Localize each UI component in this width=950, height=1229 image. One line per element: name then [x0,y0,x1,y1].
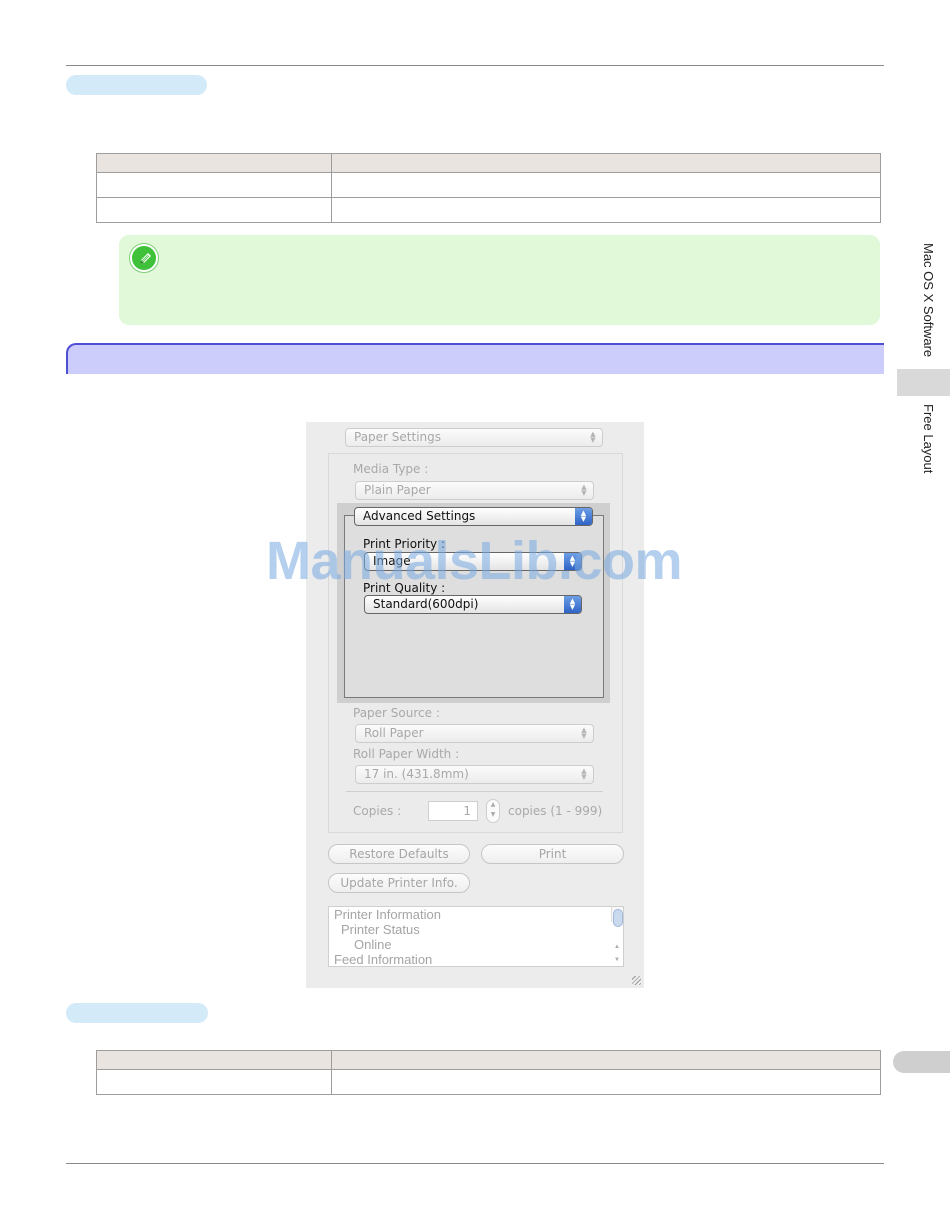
roll-paper-width-value: 17 in. (431.8mm) [364,767,469,781]
paper-source-label: Paper Source : [353,706,440,720]
advanced-settings-popup-label: Advanced Settings [363,509,476,523]
side-index-section: Free Layout [921,404,936,474]
printer-dialog-screenshot: Paper Settings ▲ ▼ Media Type : Plain Pap… [306,422,644,988]
popup-arrows-icon: ▲ ▼ [575,508,592,525]
table-cell [96,172,332,198]
settings-table [96,1050,881,1095]
paper-source-value: Roll Paper [364,726,424,740]
subsection-heading-pill [66,1003,208,1023]
table-header-cell [331,153,881,173]
table-cell [331,172,881,198]
watermark: ManualsLib.com [266,531,683,591]
copies-stepper[interactable]: ▲ ▼ [486,799,500,823]
paper-settings-popup-label: Paper Settings [354,430,442,444]
paper-source-popup[interactable]: Roll Paper ▲ ▼ [355,724,594,743]
side-index-tab [897,369,950,396]
roll-paper-width-label: Roll Paper Width : [353,747,460,761]
print-quality-value: Standard(600dpi) [373,597,479,611]
list-item[interactable]: Printer Information [329,907,623,922]
list-item[interactable]: Printer Status [329,922,623,937]
subsection-heading-pill [66,75,207,95]
table-header-cell [96,1050,332,1070]
copies-range-label: copies (1 - 999) [508,804,603,818]
table-header-row [96,153,881,173]
printer-info-list[interactable]: Printer Information Printer Status Onlin… [328,906,624,967]
table-row [96,197,881,223]
advanced-settings-popup[interactable]: Advanced Settings ▲ ▼ [354,507,593,526]
copies-label: Copies : [353,804,402,818]
table-cell [331,197,881,223]
popup-arrows-icon: ▲ ▼ [581,483,587,497]
settings-table [96,153,881,223]
group-divider [346,791,603,792]
note-pencil-icon [130,244,158,272]
resize-grip-icon[interactable] [632,976,641,985]
update-printer-info-button[interactable]: Update Printer Info. [328,873,470,893]
media-type-value: Plain Paper [364,483,431,497]
side-index-chapter: Mac OS X Software [921,243,936,358]
paper-settings-popup[interactable]: Paper Settings ▲ ▼ [345,428,603,447]
scrollbar-thumb[interactable] [613,909,623,927]
scroll-down-arrow-icon[interactable]: ▼ [614,953,620,966]
restore-defaults-button[interactable]: Restore Defaults [328,844,470,864]
header-rule [66,65,884,66]
list-item[interactable]: Online [329,937,623,952]
table-cell [331,1069,881,1095]
popup-arrows-icon: ▲ ▼ [581,726,587,740]
copies-input[interactable]: 1 [428,801,478,821]
settings-group-box: Media Type : Plain Paper ▲ ▼ Print Priori… [328,453,623,833]
footer-rule [66,1163,884,1164]
media-type-popup[interactable]: Plain Paper ▲ ▼ [355,481,594,500]
roll-paper-width-popup[interactable]: 17 in. (431.8mm) ▲ ▼ [355,765,594,784]
print-quality-popup[interactable]: Standard(600dpi) ▲ ▼ [364,595,582,614]
note-box [119,235,880,325]
list-scrollbar[interactable]: ▲ ▼ [611,907,623,963]
popup-arrows-icon: ▲ ▼ [581,767,587,781]
list-item[interactable]: Feed Information [329,952,623,966]
print-button[interactable]: Print [481,844,624,864]
page-number-tab [893,1051,950,1073]
table-header-cell [331,1050,881,1070]
table-row [96,1069,881,1095]
popup-arrows-icon: ▲ ▼ [590,430,596,444]
table-cell [96,1069,332,1095]
table-header-cell [96,153,332,173]
table-row [96,172,881,198]
popup-arrows-icon: ▲ ▼ [564,596,581,613]
media-type-label: Media Type : [353,462,429,476]
section-heading-bar [66,343,884,374]
table-header-row [96,1050,881,1070]
table-cell [96,197,332,223]
